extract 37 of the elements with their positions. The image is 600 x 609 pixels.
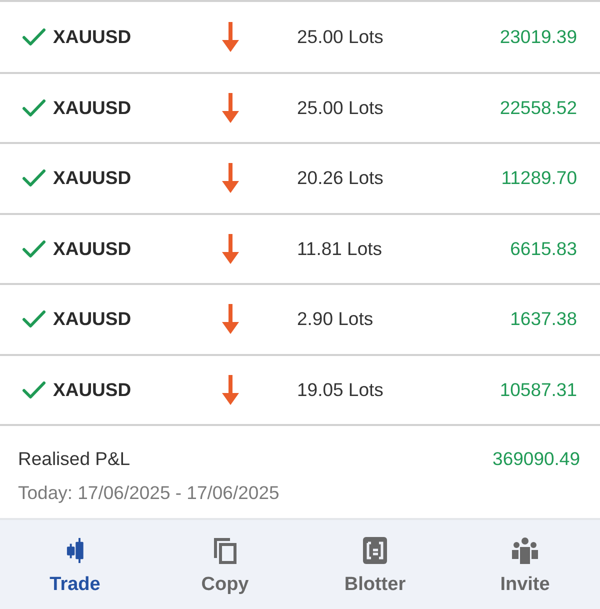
date-range-text: Today: 17/06/2025 - 17/06/2025 [18,482,280,504]
checkmark-icon [22,240,46,258]
symbol-text: XAUUSD [53,238,132,260]
lot-size: 19.05 Lots [297,378,384,401]
checkmark-icon [22,98,46,117]
down-arrow-icon [222,374,239,405]
symbol-text: XAUUSD [53,96,132,119]
down-arrow-icon [222,22,239,52]
down-arrow-icon [222,92,239,123]
lot-size: 25.00 Lots [297,96,384,119]
profit-value: 11289.70 [501,167,577,190]
checkmark-icon [22,28,46,46]
candlestick-icon [66,537,84,564]
down-arrow-icon [222,163,239,194]
realised-pl-value: 369090.49 [492,448,580,470]
checkmark-icon [22,380,46,399]
lot-size: 2.90 Lots [297,308,374,330]
checkmark-icon [22,169,46,188]
profit-value: 6615.83 [510,238,577,260]
symbol-text: XAUUSD [53,308,132,330]
notepad-icon [363,537,387,564]
lot-size: 20.26 Lots [297,167,384,190]
checkmark-icon [22,310,46,328]
down-arrow-icon [222,234,239,264]
profit-value: 1637.38 [510,308,577,330]
symbol-text: XAUUSD [53,167,132,190]
lot-size: 25.00 Lots [297,26,384,48]
lot-size: 11.81 Lots [297,238,382,260]
copy-icon [213,537,237,564]
people-icon [512,537,538,564]
symbol-text: XAUUSD [53,378,132,401]
profit-value: 23019.39 [500,26,577,48]
realised-pl-label: Realised P&L [18,448,130,470]
symbol-text: XAUUSD [53,26,132,48]
profit-value: 22558.52 [500,96,577,119]
profit-value: 10587.31 [500,378,577,401]
down-arrow-icon [222,304,239,334]
